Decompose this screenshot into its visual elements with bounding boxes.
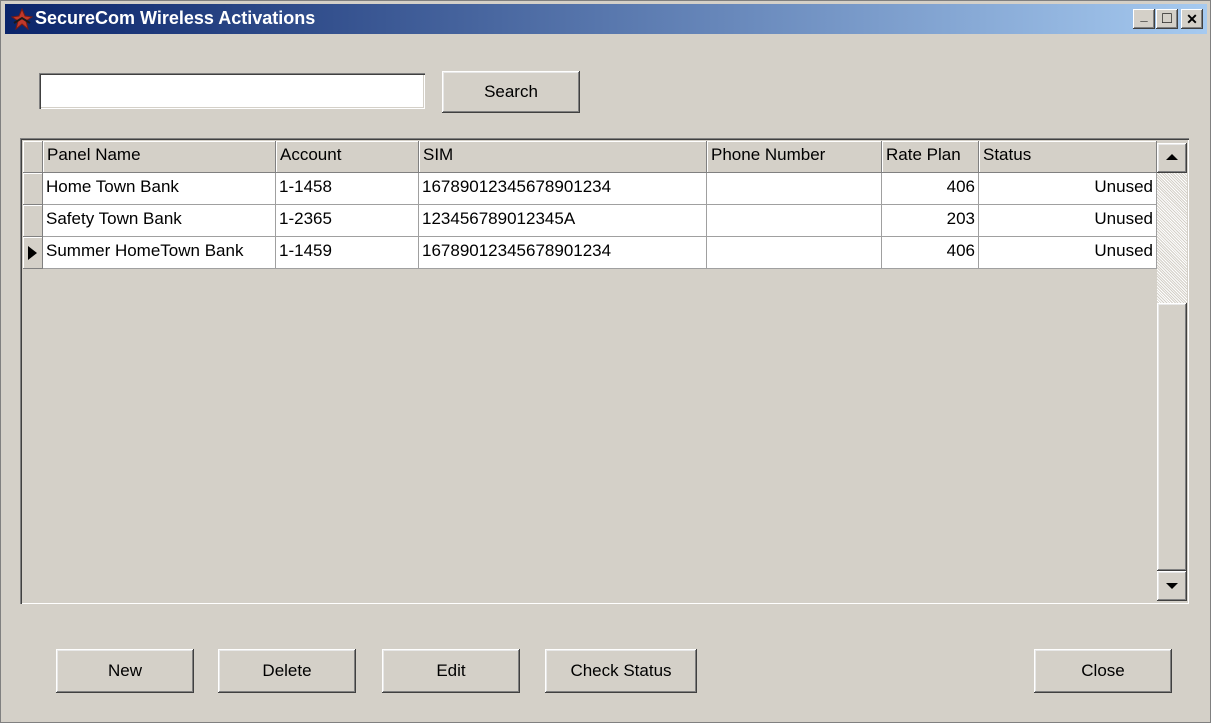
minimize-icon: _ (1140, 7, 1148, 23)
cell-phone-number[interactable] (707, 237, 882, 269)
cell-account[interactable]: 1-2365 (276, 205, 419, 237)
scroll-down-icon (1166, 583, 1178, 589)
column-header-sim[interactable]: SIM (419, 141, 707, 173)
grid-header: Panel Name Account SIM Phone Number Rate… (23, 141, 1157, 173)
cell-account[interactable]: 1-1459 (276, 237, 419, 269)
close-button[interactable]: Close (1034, 649, 1172, 693)
row-indicator[interactable] (23, 205, 43, 237)
delete-button[interactable]: Delete (218, 649, 356, 693)
table-row[interactable]: Home Town Bank 1-1458 167890123456789012… (23, 173, 1157, 205)
cell-sim[interactable]: 16789012345678901234 (419, 237, 707, 269)
header-corner (23, 141, 43, 173)
cell-phone-number[interactable] (707, 173, 882, 205)
column-header-status[interactable]: Status (979, 141, 1157, 173)
column-header-rate-plan[interactable]: Rate Plan (882, 141, 979, 173)
securecom-logo-icon (11, 8, 33, 30)
new-button[interactable]: New (56, 649, 194, 693)
cell-sim[interactable]: 123456789012345A (419, 205, 707, 237)
column-header-panel-name[interactable]: Panel Name (43, 141, 276, 173)
edit-button[interactable]: Edit (382, 649, 520, 693)
column-header-phone-number[interactable]: Phone Number (707, 141, 882, 173)
cell-rate-plan[interactable]: 203 (882, 205, 979, 237)
row-pointer-icon (28, 246, 37, 260)
grid-rows: Home Town Bank 1-1458 167890123456789012… (23, 173, 1157, 269)
search-input[interactable] (39, 73, 425, 109)
maximize-button[interactable]: □ (1156, 9, 1178, 29)
scroll-up-icon (1166, 154, 1178, 160)
scroll-up-button[interactable] (1157, 143, 1187, 173)
scroll-down-button[interactable] (1157, 571, 1187, 601)
title-bar[interactable]: SecureCom Wireless Activations _ □ ✕ (5, 4, 1207, 34)
column-header-account[interactable]: Account (276, 141, 419, 173)
cell-rate-plan[interactable]: 406 (882, 237, 979, 269)
cell-sim[interactable]: 16789012345678901234 (419, 173, 707, 205)
cell-status[interactable]: Unused (979, 205, 1157, 237)
cell-panel-name[interactable]: Home Town Bank (43, 173, 276, 205)
cell-panel-name[interactable]: Summer HomeTown Bank (43, 237, 276, 269)
row-indicator[interactable] (23, 173, 43, 205)
table-row[interactable]: Safety Town Bank 1-2365 123456789012345A… (23, 205, 1157, 237)
window-title: SecureCom Wireless Activations (35, 8, 316, 28)
cell-panel-name[interactable]: Safety Town Bank (43, 205, 276, 237)
table-row[interactable]: Summer HomeTown Bank 1-1459 167890123456… (23, 237, 1157, 269)
close-window-button[interactable]: ✕ (1181, 9, 1203, 29)
maximize-icon: □ (1162, 10, 1172, 27)
scroll-thumb[interactable] (1157, 303, 1187, 571)
search-button[interactable]: Search (442, 71, 580, 113)
cell-status[interactable]: Unused (979, 237, 1157, 269)
grid-vertical-scrollbar[interactable] (1157, 143, 1187, 601)
close-icon: ✕ (1186, 10, 1198, 27)
check-status-button[interactable]: Check Status (545, 649, 697, 693)
main-window: SecureCom Wireless Activations _ □ ✕ Sea… (0, 0, 1211, 723)
minimize-button[interactable]: _ (1133, 7, 1155, 29)
cell-account[interactable]: 1-1458 (276, 173, 419, 205)
cell-rate-plan[interactable]: 406 (882, 173, 979, 205)
cell-status[interactable]: Unused (979, 173, 1157, 205)
cell-phone-number[interactable] (707, 205, 882, 237)
row-indicator[interactable] (23, 237, 43, 269)
